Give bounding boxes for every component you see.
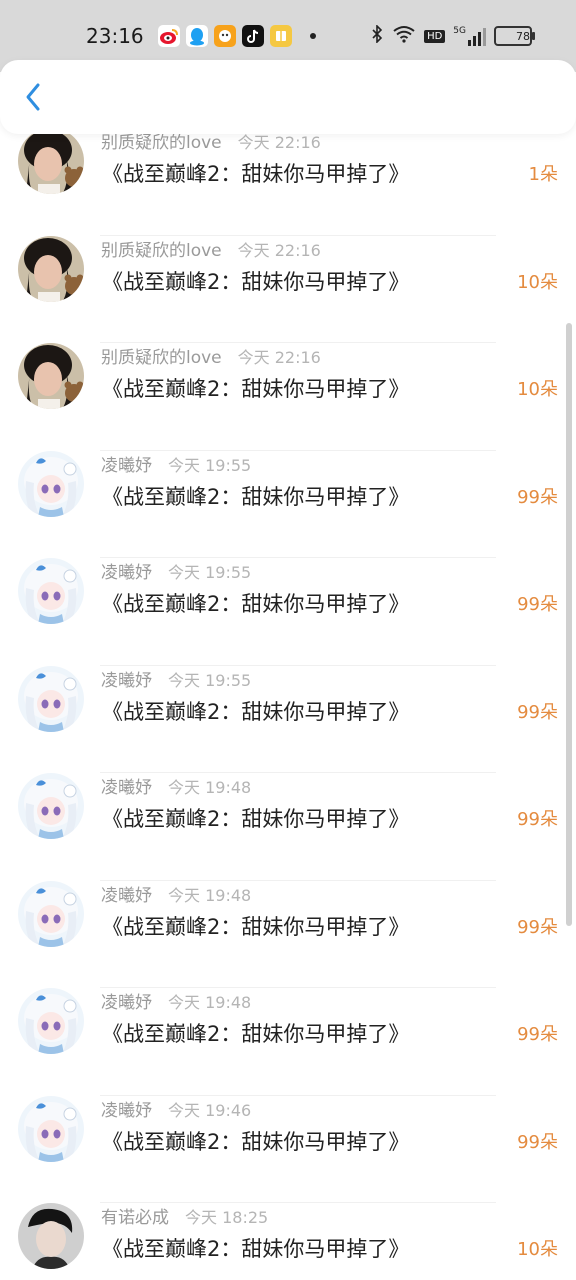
gift-list[interactable]: 别质疑欣的love 今天 22:16 《战至巅峰2：甜妹你马甲掉了》 1朵别质疑欣的l…	[0, 72, 576, 1280]
timestamp: 今天 18:25	[185, 1208, 269, 1227]
username[interactable]: 凌曦妤	[101, 558, 152, 583]
gift-amount: 99朵	[517, 486, 558, 508]
gift-amount: 10朵	[517, 1239, 558, 1260]
gift-amount: 99朵	[517, 594, 558, 615]
avatar[interactable]	[18, 1203, 84, 1269]
timestamp: 今天 19:48	[168, 993, 252, 1012]
more-notifications-dot	[310, 33, 316, 39]
list-item[interactable]: 别质疑欣的love 今天 22:16 《战至巅峰2：甜妹你马甲掉了》 1朵	[0, 128, 576, 236]
list-item[interactable]: 凌曦妤 今天 19:48 《战至巅峰2：甜妹你马甲掉了》 99朵	[0, 880, 576, 988]
avatar[interactable]	[18, 665, 84, 732]
list-item[interactable]: 有诺必成 今天 18:25 《战至巅峰2：甜妹你马甲掉了》 10朵	[0, 1203, 576, 1280]
username[interactable]: 有诺必成	[101, 1203, 169, 1228]
book-title: 《战至巅峰2：甜妹你马甲掉了》	[102, 377, 410, 401]
reader-icon	[270, 25, 292, 47]
tiktok-icon	[242, 25, 264, 47]
avatar[interactable]	[18, 558, 84, 624]
list-item[interactable]: 凌曦妤 今天 19:55 《战至巅峰2：甜妹你马甲掉了》 99朵	[0, 558, 576, 666]
battery-indicator: 78	[494, 26, 535, 46]
username[interactable]: 凌曦妤	[101, 451, 152, 476]
taobao-icon	[214, 25, 236, 47]
book-title: 《战至巅峰2：甜妹你马甲掉了》	[102, 1022, 410, 1046]
username[interactable]: 凌曦妤	[101, 881, 152, 906]
weibo-icon	[158, 25, 180, 47]
avatar[interactable]	[18, 343, 84, 409]
gift-amount: 10朵	[517, 379, 558, 400]
username[interactable]: 凌曦妤	[101, 1096, 152, 1121]
book-title: 《战至巅峰2：甜妹你马甲掉了》	[102, 484, 410, 509]
notification-icons	[158, 25, 316, 47]
gift-amount: 99朵	[517, 701, 558, 723]
username[interactable]: 凌曦妤	[101, 773, 152, 798]
back-button[interactable]	[18, 82, 48, 112]
username[interactable]: 凌曦妤	[101, 988, 152, 1013]
book-title: 《战至巅峰2：甜妹你马甲掉了》	[102, 807, 410, 831]
book-title: 《战至巅峰2：甜妹你马甲掉了》	[102, 162, 410, 186]
battery-level: 78	[516, 29, 530, 43]
timestamp: 今天 19:48	[168, 885, 252, 905]
network-label: 5G	[453, 26, 466, 36]
username[interactable]: 别质疑欣的love	[101, 236, 222, 261]
list-item[interactable]: 凌曦妤 今天 19:48 《战至巅峰2：甜妹你马甲掉了》 99朵	[0, 988, 576, 1096]
list-item[interactable]: 凌曦妤 今天 19:55 《战至巅峰2：甜妹你马甲掉了》 99朵	[0, 450, 576, 558]
list-item[interactable]: 凌曦妤 今天 19:46 《战至巅峰2：甜妹你马甲掉了》 99朵	[0, 1095, 576, 1203]
timestamp: 今天 19:46	[168, 1100, 252, 1120]
top-nav-bar	[0, 60, 576, 134]
book-title: 《战至巅峰2：甜妹你马甲掉了》	[102, 269, 410, 294]
timestamp: 今天 19:55	[168, 455, 252, 475]
list-item[interactable]: 凌曦妤 今天 19:55 《战至巅峰2：甜妹你马甲掉了》 99朵	[0, 665, 576, 773]
username[interactable]: 别质疑欣的love	[101, 343, 222, 368]
avatar[interactable]	[18, 128, 84, 194]
list-item[interactable]: 凌曦妤 今天 19:48 《战至巅峰2：甜妹你马甲掉了》 99朵	[0, 773, 576, 881]
gift-amount: 99朵	[517, 809, 558, 830]
gift-amount: 99朵	[517, 1024, 558, 1045]
bluetooth-icon	[370, 24, 384, 47]
gift-amount: 99朵	[517, 1131, 558, 1153]
avatar[interactable]	[18, 1095, 84, 1162]
wifi-icon	[392, 25, 416, 47]
timestamp: 今天 19:48	[168, 778, 252, 797]
system-icons: HD 5G 78	[370, 24, 535, 47]
timestamp: 今天 19:55	[168, 563, 252, 582]
qq-icon	[186, 25, 208, 47]
list-item[interactable]: 别质疑欣的love 今天 22:16 《战至巅峰2：甜妹你马甲掉了》 10朵	[0, 235, 576, 343]
scrollbar[interactable]	[566, 323, 572, 926]
avatar[interactable]	[18, 880, 84, 947]
gift-amount: 10朵	[517, 271, 558, 293]
gift-amount: 99朵	[517, 916, 558, 938]
signal-icon: 5G	[453, 26, 486, 46]
hd-icon: HD	[424, 29, 446, 43]
timestamp: 今天 22:16	[237, 240, 321, 260]
avatar[interactable]	[18, 773, 84, 839]
book-title: 《战至巅峰2：甜妹你马甲掉了》	[102, 1129, 410, 1154]
timestamp: 今天 22:16	[237, 348, 321, 367]
chevron-left-icon	[26, 83, 40, 111]
book-title: 《战至巅峰2：甜妹你马甲掉了》	[102, 592, 410, 616]
book-title: 《战至巅峰2：甜妹你马甲掉了》	[102, 699, 410, 724]
avatar[interactable]	[18, 450, 84, 517]
username[interactable]: 凌曦妤	[101, 666, 152, 691]
book-title: 《战至巅峰2：甜妹你马甲掉了》	[102, 1237, 410, 1261]
avatar[interactable]	[18, 988, 84, 1054]
gift-amount: 1朵	[528, 164, 558, 185]
avatar[interactable]	[18, 235, 84, 302]
book-title: 《战至巅峰2：甜妹你马甲掉了》	[102, 914, 410, 939]
timestamp: 今天 19:55	[168, 670, 252, 690]
status-time: 23:16	[86, 24, 144, 48]
list-item[interactable]: 别质疑欣的love 今天 22:16 《战至巅峰2：甜妹你马甲掉了》 10朵	[0, 343, 576, 451]
